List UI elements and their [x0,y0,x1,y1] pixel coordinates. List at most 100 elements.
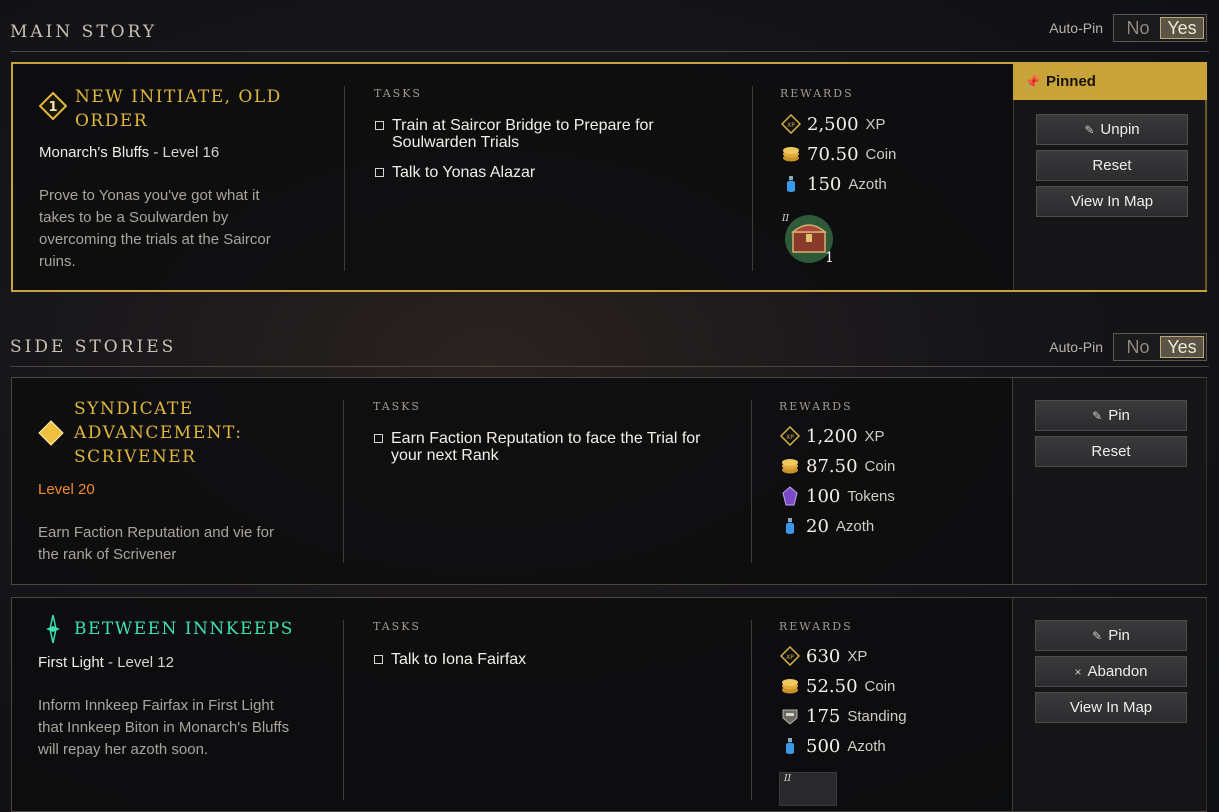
reward-amount: 100 [806,485,841,507]
pin-icon: 📌 [1025,75,1040,89]
quest-location: Monarch's Bluffs - Level 16 [39,144,219,161]
reward-azoth: 20 Azoth [780,514,874,538]
quest-level: - Level 12 [108,654,174,671]
azoth-icon [781,174,801,194]
token-icon [780,486,800,506]
view-in-map-button[interactable]: View In Map [1036,186,1188,217]
autopin-no-option[interactable]: No [1116,336,1160,358]
view-in-map-button[interactable]: View In Map [1035,692,1187,723]
column-divider [751,400,752,563]
xp-icon: XP [780,646,800,666]
autopin-control: Auto-Pin No Yes [1049,333,1207,361]
reward-unit: Azoth [847,737,886,755]
svg-text:XP: XP [786,654,794,661]
quest-level: Level 20 [38,481,95,498]
quest-card-side[interactable]: BETWEEN INNKEEPS First Light - Level 12 … [11,597,1207,812]
quest-description: Earn Faction Reputation and vie for the … [38,524,274,563]
xp-icon: XP [780,426,800,446]
diamond-icon [38,420,64,451]
pin-icon: ✎ [1092,409,1103,423]
reward-amount: 52.50 [806,675,858,697]
divider [10,366,1209,367]
reward-amount: 175 [806,705,841,727]
reward-tokens: 100 Tokens [780,484,895,508]
item-tier: II [784,774,792,784]
rewards-label: REWARDS [779,400,853,413]
autopin-control: Auto-Pin No Yes [1049,14,1207,42]
reward-unit: Azoth [848,175,887,193]
quest-description: Inform Innkeep Fairfax in First Light th… [38,697,290,758]
azoth-icon [780,516,800,536]
tasks-label: TASKS [373,400,421,413]
column-divider [751,620,752,800]
quest-card-side[interactable]: SYNDICATE ADVANCEMENT: SCRIVENER Level 2… [11,377,1207,585]
pin-button[interactable]: ✎ Pin [1035,400,1187,431]
autopin-no-option[interactable]: No [1116,17,1160,39]
reward-unit: Coin [864,677,896,695]
svg-text:1: 1 [48,100,57,115]
location-name: Monarch's Bluffs [39,144,150,161]
star-sparkle-icon [44,614,62,648]
reward-unit: Azoth [835,517,875,535]
reward-standing: 175 Standing [780,704,907,728]
autopin-label: Auto-Pin [1049,339,1103,355]
autopin-toggle[interactable]: No Yes [1113,333,1207,361]
rewards-label: REWARDS [780,87,854,100]
reward-amount: 1,200 [806,425,858,447]
reset-button[interactable]: Reset [1036,150,1188,181]
autopin-toggle[interactable]: No Yes [1113,14,1207,42]
pin-icon: ✎ [1092,629,1103,643]
reward-coin: 52.50 Coin [780,674,895,698]
abandon-button[interactable]: × Abandon [1035,656,1187,687]
rewards-label: REWARDS [779,620,853,633]
quest-description: Prove to Yonas you've got what it takes … [39,187,271,270]
reward-unit: XP [864,427,885,445]
pin-icon: ✎ [1084,123,1095,137]
quest-level: - Level 16 [153,144,220,161]
reward-xp: XP 630 XP [780,644,867,668]
unpin-button[interactable]: ✎ Unpin [1036,114,1188,145]
chest-icon[interactable]: II 1 [780,210,838,266]
section-title: MAIN STORY [10,22,158,42]
quest-title: SYNDICATE ADVANCEMENT: SCRIVENER [74,399,243,467]
side-stories-header: SIDE STORIES Auto-Pin No Yes [0,333,1219,377]
reward-xp: XP 2,500 XP [781,112,886,136]
autopin-yes-option[interactable]: Yes [1160,17,1204,39]
reward-unit: Standing [847,707,907,725]
task-item: Train at Saircor Bridge to Prepare for S… [375,117,735,151]
reward-amount: 20 [806,515,829,537]
section-title: SIDE STORIES [10,337,177,357]
reward-coin: 70.50 Coin [781,142,896,166]
pin-button[interactable]: ✎ Pin [1035,620,1187,651]
column-divider [344,86,345,271]
autopin-label: Auto-Pin [1049,20,1103,36]
azoth-icon [780,736,800,756]
location-name: First Light [38,654,104,671]
tasks-label: TASKS [373,620,421,633]
quest-title: NEW INITIATE, OLD ORDER [75,87,282,131]
column-divider [343,620,344,800]
coin-icon [780,676,800,696]
quest-title: BETWEEN INNKEEPS [74,619,294,639]
reward-amount: 150 [807,173,842,195]
reward-amount: 2,500 [807,113,859,135]
main-story-header: MAIN STORY Auto-Pin No Yes [0,14,1219,62]
reward-unit: Tokens [847,487,895,505]
autopin-yes-option[interactable]: Yes [1160,336,1204,358]
reward-amount: 70.50 [807,143,859,165]
close-icon: × [1074,665,1082,679]
item-icon[interactable]: II [779,772,837,806]
quest-card-main[interactable]: 1 NEW INITIATE, OLD ORDER Monarch's Bluf… [11,62,1208,292]
standing-icon [780,706,800,726]
reset-button[interactable]: Reset [1035,436,1187,467]
reward-xp: XP 1,200 XP [780,424,885,448]
column-divider [752,86,753,271]
task-item: Talk to Iona Fairfax [374,651,734,668]
svg-text:1: 1 [825,250,834,264]
svg-text:XP: XP [787,122,795,129]
svg-text:XP: XP [786,434,794,441]
pinned-tab: 📌 Pinned [1013,64,1207,100]
diamond-number-icon: 1 [38,91,68,125]
divider [10,51,1209,52]
xp-icon: XP [781,114,801,134]
